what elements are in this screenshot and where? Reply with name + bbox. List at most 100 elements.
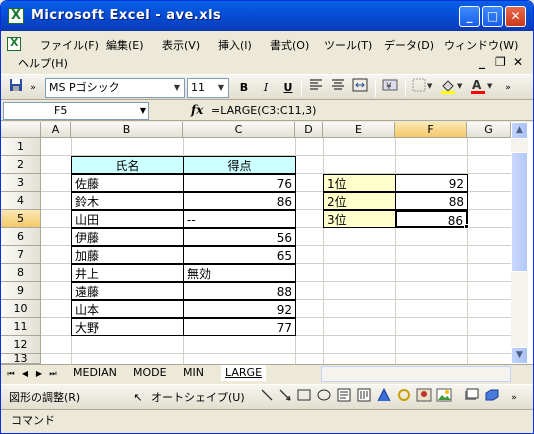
cell-c7[interactable]: 65 [183, 246, 296, 264]
name-box[interactable]: F5 ▼ [3, 102, 149, 120]
align-center-icon[interactable] [329, 78, 347, 98]
drawbar-overflow-icon[interactable]: » [507, 388, 521, 408]
prev-sheet-icon[interactable]: ◀ [19, 367, 31, 381]
cell-c8[interactable]: 無効 [183, 264, 296, 282]
title-bar[interactable]: Microsoft Excel - ave.xls _ □ ✕ [1, 1, 533, 31]
oval-tool-icon[interactable] [315, 388, 333, 408]
menu-help[interactable]: ヘルプ(H) [15, 55, 71, 71]
cell-b7[interactable]: 加藤 [71, 246, 184, 264]
tab-mode[interactable]: MODE [129, 365, 171, 381]
rectangle-tool-icon[interactable] [295, 388, 313, 408]
row-header-2[interactable]: 2 [1, 156, 41, 174]
worksheet-grid[interactable]: A B C D E F G 1 2 3 4 5 6 7 8 9 10 11 12… [1, 122, 533, 364]
cell-c4[interactable]: 86 [183, 192, 296, 210]
cell-e3[interactable]: 1位 [323, 174, 396, 192]
cell-c9[interactable]: 88 [183, 282, 296, 300]
font-size-select[interactable]: 11 ▼ [187, 78, 229, 98]
row-header-5[interactable]: 5 [1, 210, 41, 228]
row-header-9[interactable]: 9 [1, 282, 41, 300]
row-header-4[interactable]: 4 [1, 192, 41, 210]
select-all-corner[interactable] [1, 122, 41, 138]
row-header-3[interactable]: 3 [1, 174, 41, 192]
menu-data[interactable]: データ(D) [381, 37, 437, 53]
cell-b4[interactable]: 鈴木 [71, 192, 184, 210]
row-header-11[interactable]: 11 [1, 318, 41, 336]
row-header-13[interactable]: 13 [1, 354, 41, 364]
clipart-icon[interactable] [415, 388, 433, 408]
font-name-select[interactable]: MS Pゴシック ▼ [45, 78, 185, 98]
horizontal-scrollbar[interactable] [321, 366, 511, 382]
column-header-a[interactable]: A [41, 122, 71, 138]
insert-picture-icon[interactable] [435, 388, 453, 408]
cell-f3[interactable]: 92 [395, 174, 468, 192]
cell-e4[interactable]: 2位 [323, 192, 396, 210]
font-color-icon[interactable]: A ▼ [469, 78, 495, 98]
select-pointer-icon[interactable]: ↖ [131, 388, 145, 408]
doc-minimize-button[interactable]: _ [479, 55, 485, 69]
row-header-12[interactable]: 12 [1, 336, 41, 354]
insert-function-icon[interactable]: fx [191, 103, 203, 117]
menu-window[interactable]: ウィンドウ(W) [441, 37, 521, 53]
tab-min[interactable]: MIN [179, 365, 208, 381]
last-sheet-icon[interactable]: ⏭ [47, 367, 59, 381]
cell-b8[interactable]: 井上 [71, 264, 184, 282]
menu-format[interactable]: 書式(O) [267, 37, 312, 53]
formula-input[interactable]: =LARGE(C3:C11,3) [211, 104, 316, 117]
column-header-b[interactable]: B [71, 122, 183, 138]
menu-edit[interactable]: 編集(E) [103, 37, 147, 53]
menu-insert[interactable]: 挿入(I) [215, 37, 255, 53]
minimize-button[interactable]: _ [459, 6, 480, 27]
maximize-button[interactable]: □ [482, 6, 503, 27]
diagram-icon[interactable] [395, 388, 413, 408]
menu-tools[interactable]: ツール(T) [321, 37, 375, 53]
adjust-shapes-menu[interactable]: 図形の調整(R) [9, 388, 129, 408]
row-header-10[interactable]: 10 [1, 300, 41, 318]
cell-b11[interactable]: 大野 [71, 318, 184, 336]
excel-app-icon[interactable] [8, 8, 24, 24]
document-icon[interactable] [7, 36, 21, 51]
cell-e5[interactable]: 3位 [323, 210, 396, 228]
tab-large[interactable]: LARGE [221, 365, 267, 381]
doc-restore-button[interactable]: ❐ [495, 55, 506, 69]
cell-b10[interactable]: 山本 [71, 300, 184, 318]
cell-c10[interactable]: 92 [183, 300, 296, 318]
cell-c3[interactable]: 76 [183, 174, 296, 192]
column-header-g[interactable]: G [467, 122, 511, 138]
row-header-8[interactable]: 8 [1, 264, 41, 282]
textbox-tool-icon[interactable] [335, 388, 353, 408]
scroll-up-icon[interactable]: ▲ [511, 122, 528, 139]
column-header-f[interactable]: F [395, 122, 467, 138]
doc-close-button[interactable]: ✕ [513, 55, 523, 69]
vertical-scrollbar[interactable]: ▲ ▼ [511, 122, 528, 364]
save-icon[interactable] [7, 78, 25, 98]
row-header-6[interactable]: 6 [1, 228, 41, 246]
currency-icon[interactable]: ¥ [381, 78, 399, 98]
close-button[interactable]: ✕ [505, 6, 526, 27]
column-header-d[interactable]: D [295, 122, 323, 138]
cell-f4[interactable]: 88 [395, 192, 468, 210]
next-sheet-icon[interactable]: ▶ [33, 367, 45, 381]
borders-icon[interactable]: ▼ [411, 78, 435, 98]
autoshape-menu[interactable]: オートシェイプ(U) [151, 388, 261, 408]
row-header-1[interactable]: 1 [1, 138, 41, 156]
line-tool-icon[interactable] [259, 388, 275, 408]
3d-icon[interactable] [483, 388, 501, 408]
menu-file[interactable]: ファイル(F) [37, 37, 102, 53]
merge-center-icon[interactable] [351, 78, 369, 98]
row-header-7[interactable]: 7 [1, 246, 41, 264]
shadow-icon[interactable] [463, 388, 481, 408]
cell-b6[interactable]: 伊藤 [71, 228, 184, 246]
first-sheet-icon[interactable]: ⏮ [5, 367, 17, 381]
cell-c2[interactable]: 得点 [183, 156, 296, 174]
cell-b3[interactable]: 佐藤 [71, 174, 184, 192]
cell-b2[interactable]: 氏名 [71, 156, 184, 174]
scroll-thumb[interactable] [511, 152, 528, 272]
menu-view[interactable]: 表示(V) [159, 37, 203, 53]
fill-color-icon[interactable]: ▼ [439, 78, 465, 98]
cell-f5-selected[interactable]: 86 [395, 210, 468, 228]
italic-button[interactable]: I [257, 78, 275, 98]
arrow-tool-icon[interactable] [277, 388, 293, 408]
tab-median[interactable]: MEDIAN [69, 365, 121, 381]
column-header-e[interactable]: E [323, 122, 395, 138]
cell-c11[interactable]: 77 [183, 318, 296, 336]
